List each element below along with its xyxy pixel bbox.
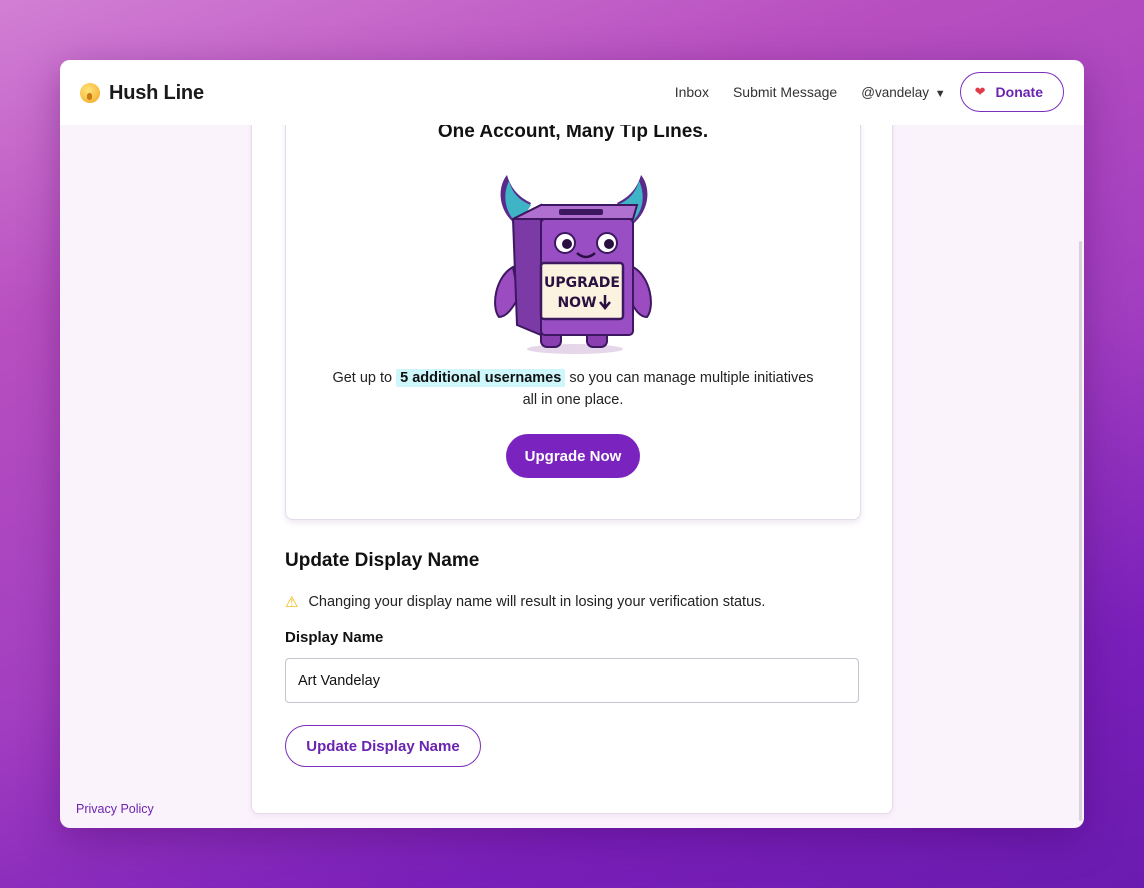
update-display-name-heading: Update Display Name [285,550,480,571]
username-label: @vandelay [861,84,929,100]
settings-card: One Account, Many Tip Lines. UPGRADE NOW… [251,100,893,814]
shushing-face-icon [80,83,100,103]
browser-window: Hush Line Inbox Submit Message @vandelay… [60,60,1084,828]
sign-text-upgrade: UPGRADE [544,275,620,291]
warning-icon: ⚠ [285,594,299,611]
heart-icon: ❤ [974,84,986,99]
warning-text: Changing your display name will result i… [308,594,766,610]
upgrade-promo-card: One Account, Many Tip Lines. UPGRADE NOW… [285,101,861,520]
user-menu-toggle[interactable]: @vandelay ▼ [861,85,945,100]
display-name-input[interactable] [285,658,859,703]
caret-down-icon: ▼ [934,87,946,100]
update-display-name-button[interactable]: Update Display Name [285,725,481,767]
display-name-label: Display Name [285,629,384,646]
nav-inbox-link[interactable]: Inbox [675,84,709,100]
brand-logo[interactable]: Hush Line [80,80,204,106]
donate-button[interactable]: ❤ Donate [959,72,1064,112]
donate-label: Donate [995,84,1043,100]
verification-warning: ⚠ Changing your display name will result… [285,593,765,611]
upgrade-now-button[interactable]: Upgrade Now [506,434,640,478]
main-nav: Inbox Submit Message @vandelay ▼ ❤ Donat… [675,72,1064,112]
brand-name: Hush Line [109,81,204,104]
promo-description: Get up to 5 additional usernames so you … [332,369,814,408]
top-nav-bar: Hush Line Inbox Submit Message @vandelay… [60,60,1084,125]
nav-submit-message-link[interactable]: Submit Message [733,84,837,100]
privacy-policy-link[interactable]: Privacy Policy [76,802,154,816]
additional-usernames-highlight: 5 additional usernames [396,369,566,387]
scrollbar[interactable] [1079,241,1082,821]
sign-text-now: NOW [557,295,596,311]
monster-mascot-illustration: UPGRADE NOW [494,175,652,354]
